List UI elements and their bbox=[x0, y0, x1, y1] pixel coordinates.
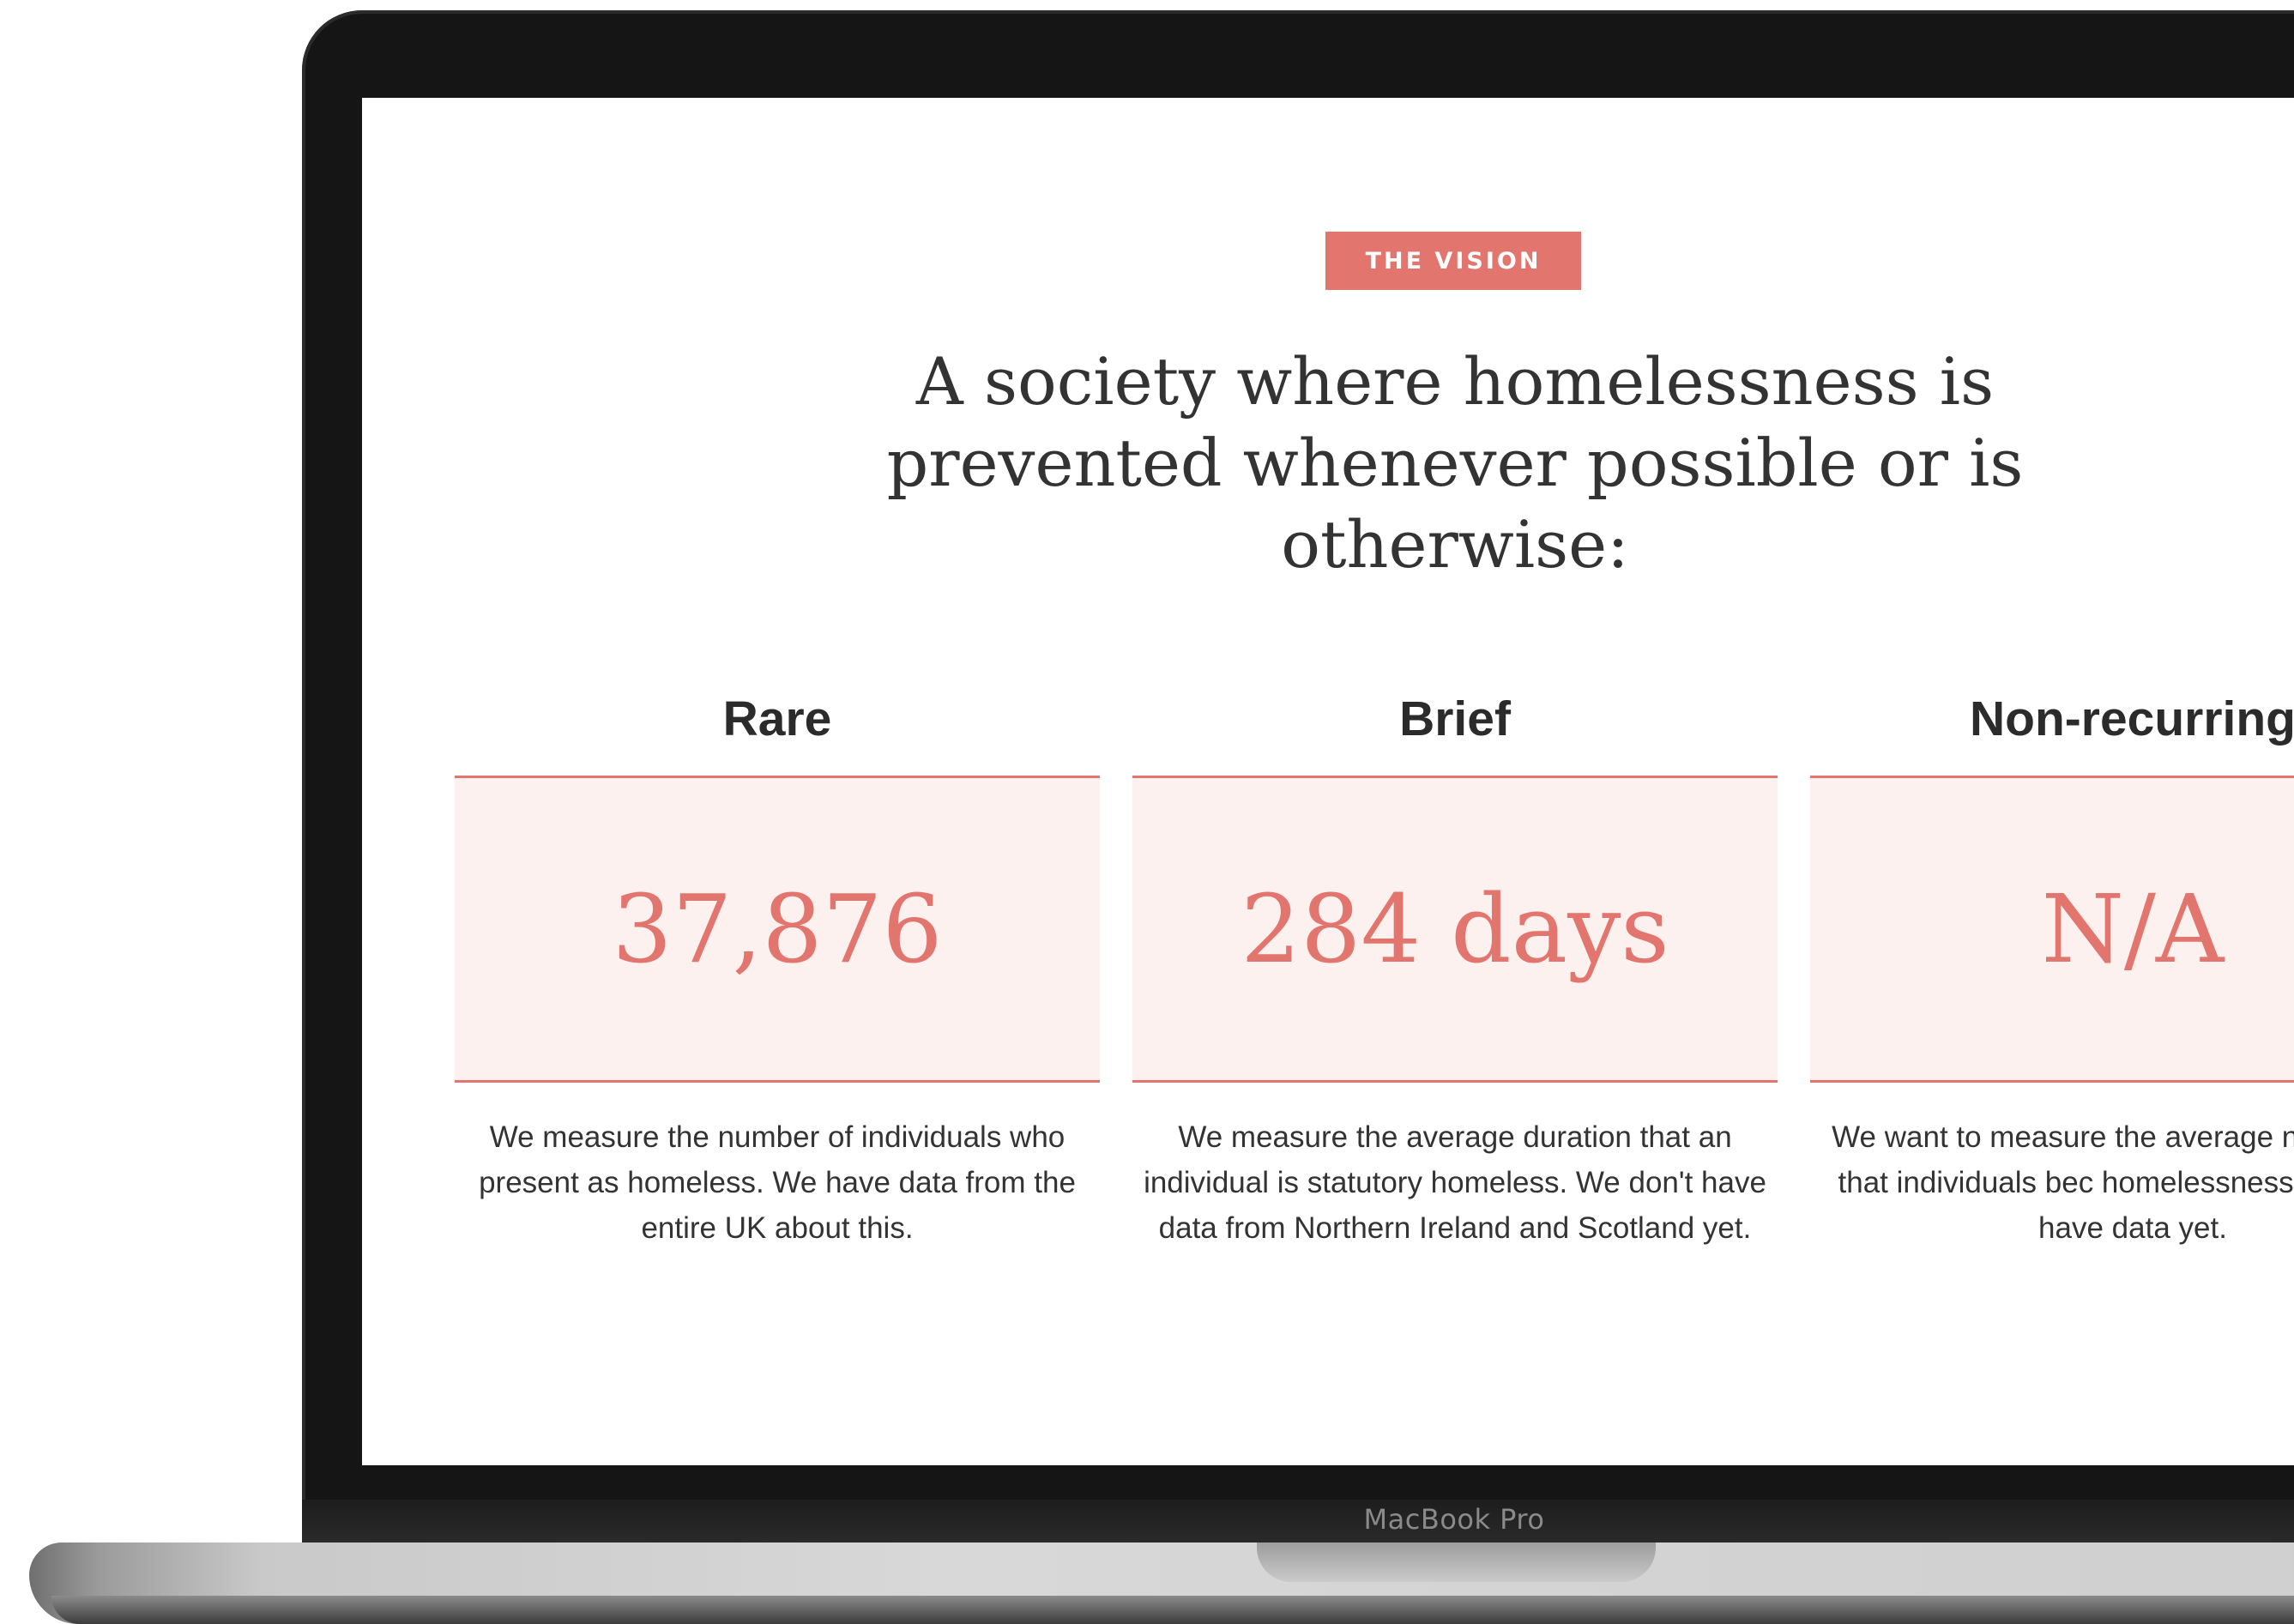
laptop-screen: THE VISION A society where homelessness … bbox=[362, 98, 2294, 1465]
laptop-opening-notch bbox=[1257, 1542, 1656, 1582]
metric-description-non-recurring: We want to measure the average n instanc… bbox=[1832, 1120, 2294, 1245]
vision-headline: A society where homelessness is prevente… bbox=[886, 343, 2024, 583]
metric-value-rare: 37,876 bbox=[612, 874, 943, 984]
metric-card-brief: 284 days bbox=[1132, 776, 1778, 1083]
laptop-base-edge bbox=[51, 1596, 2294, 1624]
metric-card-rare: 37,876 bbox=[455, 776, 1100, 1083]
metric-title-rare: Rare bbox=[722, 691, 832, 746]
metric-title-non-recurring: Non-recurring bbox=[1969, 691, 2294, 746]
metric-title-brief: Brief bbox=[1399, 691, 1511, 746]
metric-value-brief: 284 days bbox=[1241, 874, 1669, 984]
metric-value-non-recurring: N/A bbox=[2041, 874, 2225, 984]
laptop-brand-label: MacBook Pro bbox=[1363, 1503, 1545, 1536]
metric-description-brief: We measure the average duration that an … bbox=[1144, 1120, 1766, 1245]
metric-card-non-recurring: N/A bbox=[1810, 776, 2294, 1083]
section-badge: THE VISION bbox=[1325, 232, 1581, 290]
metric-description-rare: We measure the number of individuals who… bbox=[479, 1120, 1076, 1245]
laptop-mockup: MacBook Pro THE VISION A society where h… bbox=[0, 0, 2294, 1624]
